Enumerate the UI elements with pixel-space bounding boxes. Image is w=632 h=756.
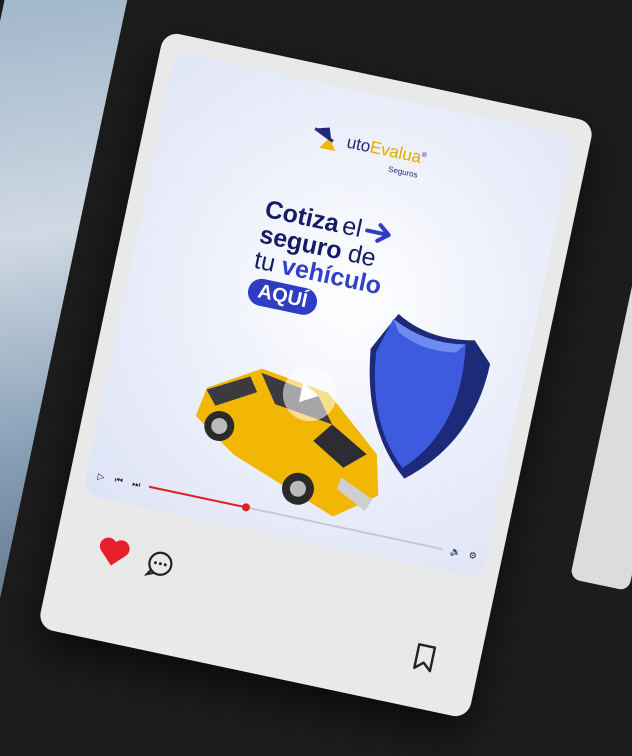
bookmark-icon[interactable]	[411, 641, 439, 675]
skip-back-icon[interactable]: ⏮	[113, 474, 125, 486]
logo-arrow-icon	[314, 127, 335, 152]
comment-icon[interactable]	[142, 547, 178, 583]
heart-icon[interactable]	[94, 533, 134, 571]
brand-name: utoEvalua®	[345, 132, 428, 167]
brand-logo: utoEvalua®	[309, 122, 429, 172]
gear-icon[interactable]: ⚙	[467, 550, 479, 562]
headline-word-tu: tu	[251, 246, 278, 278]
volume-icon[interactable]: 🔉	[449, 546, 462, 558]
play-small-icon[interactable]: ▷	[95, 471, 107, 483]
skip-forward-icon[interactable]: ⏭	[130, 478, 142, 490]
social-post-card: utoEvalua® Seguros Cotiza el seguro de tu…	[37, 30, 595, 720]
progress-knob[interactable]	[241, 502, 251, 513]
post-media[interactable]: utoEvalua® Seguros Cotiza el seguro de tu…	[82, 51, 576, 579]
play-icon	[299, 382, 319, 403]
